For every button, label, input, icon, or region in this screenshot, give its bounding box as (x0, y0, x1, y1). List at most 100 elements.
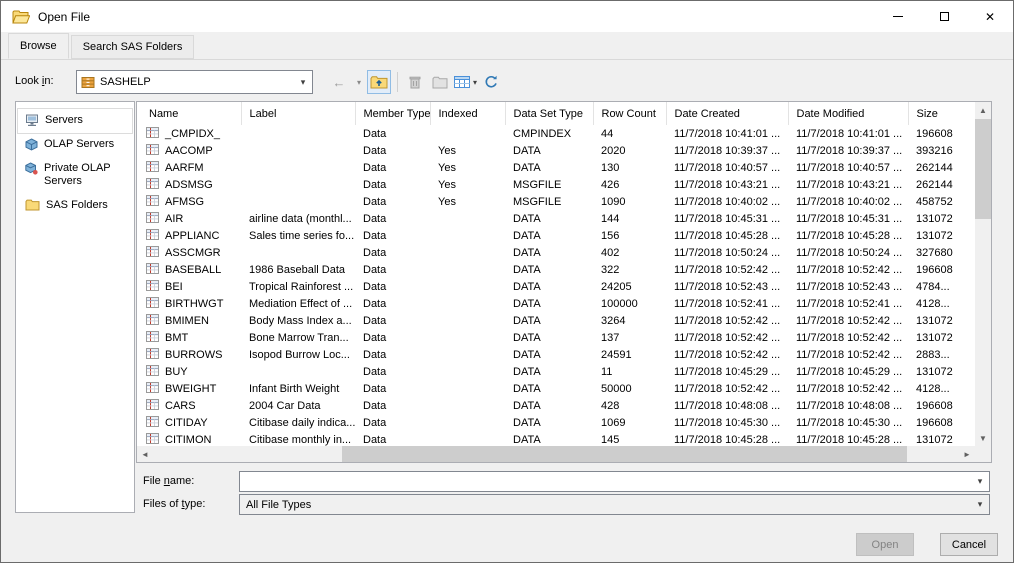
file-name-combobox[interactable]: ▾ (239, 471, 990, 492)
cell-size: 393216 (916, 144, 953, 157)
cell-row-count: 145 (601, 433, 620, 446)
table-row[interactable]: CITIDAY Citibase daily indica... Data DA… (137, 414, 975, 431)
cell-data-set-type: DATA (513, 365, 541, 378)
minimize-icon (893, 16, 903, 17)
table-row[interactable]: BASEBALL 1986 Baseball Data Data DATA 32… (137, 261, 975, 278)
file-name-input[interactable] (246, 472, 971, 491)
scroll-down-icon[interactable]: ▼ (975, 430, 991, 446)
look-in-combobox[interactable]: SASHELP ▾ (76, 70, 313, 94)
close-button[interactable]: ✕ (967, 1, 1013, 32)
sidebar-item-private-olap-servers[interactable]: Private OLAP Servers (18, 157, 132, 194)
table-row[interactable]: CITIMON Citibase monthly in... Data DATA… (137, 431, 975, 446)
sidebar-item-sas-folders[interactable]: SAS Folders (18, 194, 132, 218)
table-row[interactable]: ASSCMGR Data DATA 402 11/7/2018 10:50:24… (137, 244, 975, 261)
files-of-type-combobox[interactable]: All File Types ▾ (239, 494, 990, 515)
cell-indexed: Yes (438, 195, 456, 208)
table-row[interactable]: BURROWS Isopod Burrow Loc... Data DATA 2… (137, 346, 975, 363)
cell-size: 196608 (916, 127, 953, 140)
column-header-member-type[interactable]: Member Type (355, 102, 431, 125)
scroll-up-icon[interactable]: ▲ (975, 102, 991, 118)
view-menu-button[interactable]: ▾ (453, 70, 478, 94)
chevron-down-icon[interactable]: ▾ (971, 499, 989, 510)
window-title: Open File (38, 9, 91, 24)
table-row[interactable]: BIRTHWGT Mediation Effect of ... Data DA… (137, 295, 975, 312)
table-row[interactable]: ADSMSG Data Yes MSGFILE 426 11/7/2018 10… (137, 176, 975, 193)
table-row[interactable]: AIR airline data (monthl... Data DATA 14… (137, 210, 975, 227)
cell-member-type: Data (363, 161, 387, 174)
cell-name: BMT (165, 331, 189, 344)
table-row[interactable]: BUY Data DATA 11 11/7/2018 10:45:29 ... … (137, 363, 975, 380)
cell-row-count: 44 (601, 127, 614, 140)
dataset-icon (146, 364, 159, 379)
cell-member-type: Data (363, 433, 387, 446)
cell-name: BASEBALL (165, 263, 222, 276)
vertical-scrollbar[interactable]: ▲ ▼ (975, 102, 991, 446)
files-of-type-row: Files of type: All File Types ▾ (143, 494, 990, 516)
cell-date-created: 11/7/2018 10:45:29 ... (674, 365, 781, 378)
cell-date-modified: 11/7/2018 10:52:41 ... (796, 297, 903, 310)
table-row[interactable]: AARFM Data Yes DATA 130 11/7/2018 10:40:… (137, 159, 975, 176)
column-header-indexed[interactable]: Indexed (430, 102, 506, 125)
table-row[interactable]: BEI Tropical Rainforest ... Data DATA 24… (137, 278, 975, 295)
back-button[interactable]: ← (327, 70, 351, 94)
file-table: Name Label Member Type Indexed Data Set … (137, 102, 975, 446)
new-folder-button[interactable] (428, 70, 452, 94)
scroll-left-icon[interactable]: ◄ (137, 446, 153, 462)
back-history-dropdown[interactable]: ▾ (352, 70, 366, 94)
column-header-date-created[interactable]: Date Created (666, 102, 789, 125)
vertical-scroll-thumb[interactable] (975, 119, 991, 219)
titlebar: Open File ✕ (1, 1, 1013, 32)
table-row[interactable]: APPLIANC Sales time series fo... Data DA… (137, 227, 975, 244)
table-row[interactable]: BMIMEN Body Mass Index a... Data DATA 32… (137, 312, 975, 329)
table-row[interactable]: CARS 2004 Car Data Data DATA 428 11/7/20… (137, 397, 975, 414)
tab-browse[interactable]: Browse (8, 33, 69, 59)
table-row[interactable]: AACOMP Data Yes DATA 2020 11/7/2018 10:3… (137, 142, 975, 159)
cell-date-created: 11/7/2018 10:43:21 ... (674, 178, 781, 191)
cell-row-count: 2020 (601, 144, 626, 157)
chevron-down-icon[interactable]: ▾ (294, 77, 312, 88)
table-row[interactable]: BWEIGHT Infant Birth Weight Data DATA 50… (137, 380, 975, 397)
cell-size: 131072 (916, 212, 953, 225)
cancel-button[interactable]: Cancel (940, 533, 998, 556)
cell-date-modified: 11/7/2018 10:40:57 ... (796, 161, 903, 174)
sidebar-item-servers[interactable]: Servers (17, 108, 133, 134)
cell-member-type: Data (363, 246, 387, 259)
cell-date-modified: 11/7/2018 10:40:02 ... (796, 195, 903, 208)
refresh-button[interactable] (479, 70, 503, 94)
horizontal-scrollbar[interactable]: ◄ ► (137, 446, 975, 462)
minimize-button[interactable] (875, 1, 921, 32)
column-header-row-count[interactable]: Row Count (593, 102, 667, 125)
open-button[interactable]: Open (856, 533, 914, 556)
file-name-label-post: ame: (169, 475, 195, 487)
open-file-dialog: Open File ✕ Browse Search SAS Folders Lo… (0, 0, 1014, 563)
cell-name: CARS (165, 399, 196, 412)
dataset-icon (146, 194, 159, 209)
cell-label: Mediation Effect of ... (249, 297, 353, 310)
cell-member-type: Data (363, 399, 387, 412)
chevron-down-icon[interactable]: ▾ (971, 476, 989, 487)
horizontal-scroll-thumb[interactable] (342, 446, 907, 462)
tab-search-sas-folders[interactable]: Search SAS Folders (70, 35, 195, 59)
cell-date-created: 11/7/2018 10:52:41 ... (674, 297, 781, 310)
table-row[interactable]: BMT Bone Marrow Tran... Data DATA 137 11… (137, 329, 975, 346)
sidebar-item-olap-servers[interactable]: OLAP Servers (18, 133, 132, 157)
look-in-label-post: n: (44, 75, 54, 87)
olap-cube-icon (25, 138, 38, 151)
up-one-level-button[interactable] (367, 70, 391, 94)
cell-size: 131072 (916, 331, 953, 344)
cell-row-count: 144 (601, 212, 620, 225)
column-header-size[interactable]: Size (908, 102, 975, 125)
scroll-right-icon[interactable]: ► (959, 446, 975, 462)
cell-row-count: 11 (601, 365, 613, 378)
column-header-label[interactable]: Label (241, 102, 356, 125)
delete-button[interactable] (403, 70, 427, 94)
file-list-viewport: Name Label Member Type Indexed Data Set … (137, 102, 975, 446)
column-header-data-set-type[interactable]: Data Set Type (505, 102, 594, 125)
maximize-button[interactable] (921, 1, 967, 32)
close-icon: ✕ (984, 9, 996, 24)
table-row[interactable]: AFMSG Data Yes MSGFILE 1090 11/7/2018 10… (137, 193, 975, 210)
column-header-name[interactable]: Name (137, 102, 242, 125)
column-header-date-modified[interactable]: Date Modified (788, 102, 909, 125)
table-row[interactable]: _CMPIDX_ Data CMPINDEX 44 11/7/2018 10:4… (137, 125, 975, 142)
dataset-icon (146, 126, 159, 141)
